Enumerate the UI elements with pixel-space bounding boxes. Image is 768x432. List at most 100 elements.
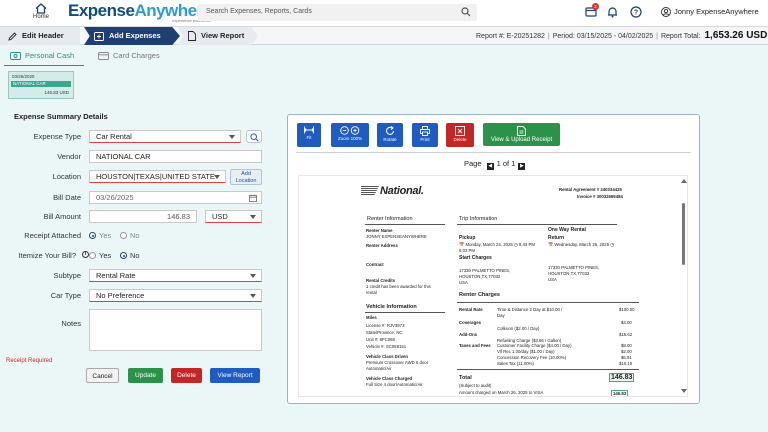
tab-view-report[interactable]: View Report bbox=[178, 27, 258, 45]
chevron-down-icon bbox=[250, 294, 256, 298]
state-province: State/Province: NC bbox=[366, 330, 403, 335]
report-total-label: Report Total: bbox=[660, 33, 701, 40]
location-select[interactable]: HOUSTON|TEXAS|UNITED STATE bbox=[89, 170, 226, 183]
zoom-button[interactable]: Zoom 100% bbox=[331, 123, 369, 147]
calendar-icon[interactable] bbox=[249, 194, 257, 202]
expense-thumbnail[interactable]: 03/26/2025 NATIONAL CAR 146.83 USD bbox=[8, 71, 74, 99]
divider bbox=[365, 224, 445, 225]
tab-add-expenses[interactable]: Add Expenses bbox=[84, 27, 180, 45]
cash-icon bbox=[10, 52, 21, 60]
previous-page-icon[interactable]: ◀ bbox=[486, 163, 494, 170]
tab-view-report-label: View Report bbox=[201, 31, 245, 40]
facility-amount: $8.00 bbox=[621, 343, 632, 348]
home-label: Home bbox=[32, 14, 49, 20]
itemize-yes-radio[interactable]: Yes bbox=[89, 251, 111, 260]
vendor-input[interactable]: NATIONAL CAR bbox=[89, 150, 262, 163]
invoice-number: Invoice # 30032669484 bbox=[577, 194, 623, 199]
delete-icon bbox=[455, 126, 465, 136]
rental-credits-text2: rental bbox=[366, 290, 377, 295]
toolbar-divider bbox=[296, 152, 691, 153]
expense-source-tabs: Personal Cash Card Charges bbox=[0, 46, 768, 68]
scroll-down-icon[interactable] bbox=[681, 389, 687, 393]
add-location-button[interactable]: Add Location bbox=[230, 169, 262, 185]
itemize-no-radio[interactable]: No bbox=[120, 251, 140, 260]
tab-card-charges[interactable]: Card Charges bbox=[98, 51, 160, 60]
return-addr2: HOUSTON,TX,77032 bbox=[548, 271, 590, 276]
pickup-time2: 9:43 PM bbox=[518, 242, 535, 247]
bell-icon[interactable] bbox=[607, 6, 618, 18]
tab-edit-header[interactable]: Edit Header bbox=[0, 27, 80, 45]
logo-part1: Expense bbox=[68, 1, 135, 20]
subtype-value: Rental Rate bbox=[96, 271, 136, 280]
notification-badge: 2 bbox=[592, 3, 599, 10]
receipt-attached-no-radio[interactable]: No bbox=[120, 231, 140, 240]
bill-date-input[interactable]: 03/26/2025 bbox=[89, 191, 262, 204]
receipt-attached-yes-radio[interactable]: Yes bbox=[89, 231, 111, 240]
next-page-icon[interactable]: ▶ bbox=[518, 163, 526, 170]
thumbnail-vendor: NATIONAL CAR bbox=[11, 81, 71, 87]
view-report-button[interactable]: View Report bbox=[210, 368, 260, 383]
scroll-up-icon[interactable] bbox=[681, 179, 687, 183]
pickup-addr1: 17330 PALMETTO PINES, bbox=[459, 268, 511, 273]
vendor-label: Vendor bbox=[57, 152, 81, 161]
notes-label: Notes bbox=[61, 319, 81, 328]
radio-circle bbox=[89, 232, 96, 239]
subtype-select[interactable]: Rental Rate bbox=[89, 269, 262, 282]
page-navigator: Page ◀ 1 of 1 ▶ bbox=[464, 159, 528, 170]
view-upload-receipt-label: View & Upload Receipt bbox=[490, 137, 553, 143]
return-date: 📅 Wednesday, March 26, 2025 ◷ bbox=[548, 242, 615, 247]
rotate-label: Rotate bbox=[383, 137, 397, 142]
cancel-button[interactable]: Cancel bbox=[86, 368, 119, 383]
car-type-label: Car Type bbox=[50, 291, 81, 300]
miles-label: Miles bbox=[366, 315, 377, 320]
rental-agreement-number: Rental Agreement # 240334425 bbox=[559, 187, 622, 192]
divider bbox=[457, 224, 617, 225]
user-name: Jonny ExpenseAnywhere bbox=[674, 7, 759, 16]
info-icon[interactable]: i bbox=[82, 251, 89, 258]
fit-icon bbox=[304, 126, 314, 134]
receipt-no-label: No bbox=[130, 231, 140, 240]
addons-label: Add-Ons bbox=[459, 332, 478, 337]
return-date-text: Wednesday, March 26, 2025 bbox=[554, 242, 610, 247]
print-button[interactable]: Print bbox=[412, 123, 438, 147]
logo: ExpenseAnywhere experience excellence bbox=[68, 2, 212, 23]
fit-button[interactable]: Fit bbox=[297, 123, 321, 147]
update-button[interactable]: Update bbox=[128, 368, 163, 383]
bill-amount-input[interactable]: 146.83 bbox=[89, 210, 197, 223]
delete-receipt-button[interactable]: Delete bbox=[446, 123, 474, 147]
subtype-label: Subtype bbox=[53, 271, 81, 280]
add-location-line2: Location bbox=[235, 178, 257, 184]
receipt-viewer: Fit Zoom 100% Rotate Print Delete View &… bbox=[287, 114, 700, 404]
rental-rate-desc2: Day bbox=[497, 313, 505, 318]
scrollbar-thumb[interactable] bbox=[682, 203, 685, 265]
report-total-value: 1,653.26 USD bbox=[704, 30, 768, 41]
help-icon[interactable]: ? bbox=[630, 6, 642, 18]
location-value: HOUSTON|TEXAS|UNITED STATE bbox=[96, 172, 215, 181]
expense-type-select[interactable]: Car Rental bbox=[89, 130, 241, 143]
report-info: Report #: E-20251282 | Period: 03/15/2025 … bbox=[476, 30, 768, 41]
expense-type-search-button[interactable] bbox=[246, 130, 262, 143]
currency-select[interactable]: USD bbox=[205, 210, 262, 223]
rental-rate-amount: $100.00 bbox=[619, 307, 635, 312]
view-upload-receipt-button[interactable]: View & Upload Receipt bbox=[483, 123, 560, 146]
vlf-amount: $2.00 bbox=[621, 349, 632, 354]
rotate-button[interactable]: Rotate bbox=[377, 123, 403, 147]
national-logo: National. bbox=[361, 185, 424, 197]
tab-personal-cash[interactable]: Personal Cash bbox=[10, 51, 74, 60]
user-menu[interactable]: Jonny ExpenseAnywhere bbox=[661, 7, 759, 17]
pickup-addr2: HOUSTON,TX,77032 bbox=[459, 274, 501, 279]
global-search-input[interactable]: Search Expenses, Reports, Cards bbox=[198, 4, 477, 21]
national-logo-stripes-icon bbox=[361, 186, 379, 195]
tab-edit-header-label: Edit Header bbox=[22, 31, 64, 40]
vlf-desc: Vlf Rec 1.00/day ($1.00 / Day) bbox=[497, 349, 555, 354]
notes-textarea[interactable] bbox=[89, 309, 262, 351]
home-button[interactable]: Home bbox=[30, 3, 52, 20]
start-charges-heading: Start Charges bbox=[459, 255, 492, 261]
car-type-select[interactable]: No Preference bbox=[89, 289, 262, 302]
delete-button[interactable]: Delete bbox=[171, 368, 202, 383]
search-placeholder: Search Expenses, Reports, Cards bbox=[206, 8, 312, 15]
chevron-down-icon bbox=[250, 274, 256, 278]
radio-circle bbox=[120, 232, 127, 239]
user-avatar-icon bbox=[661, 7, 671, 17]
facility-desc: Customer Facility Charge ($4.00 / Day) bbox=[497, 343, 572, 348]
